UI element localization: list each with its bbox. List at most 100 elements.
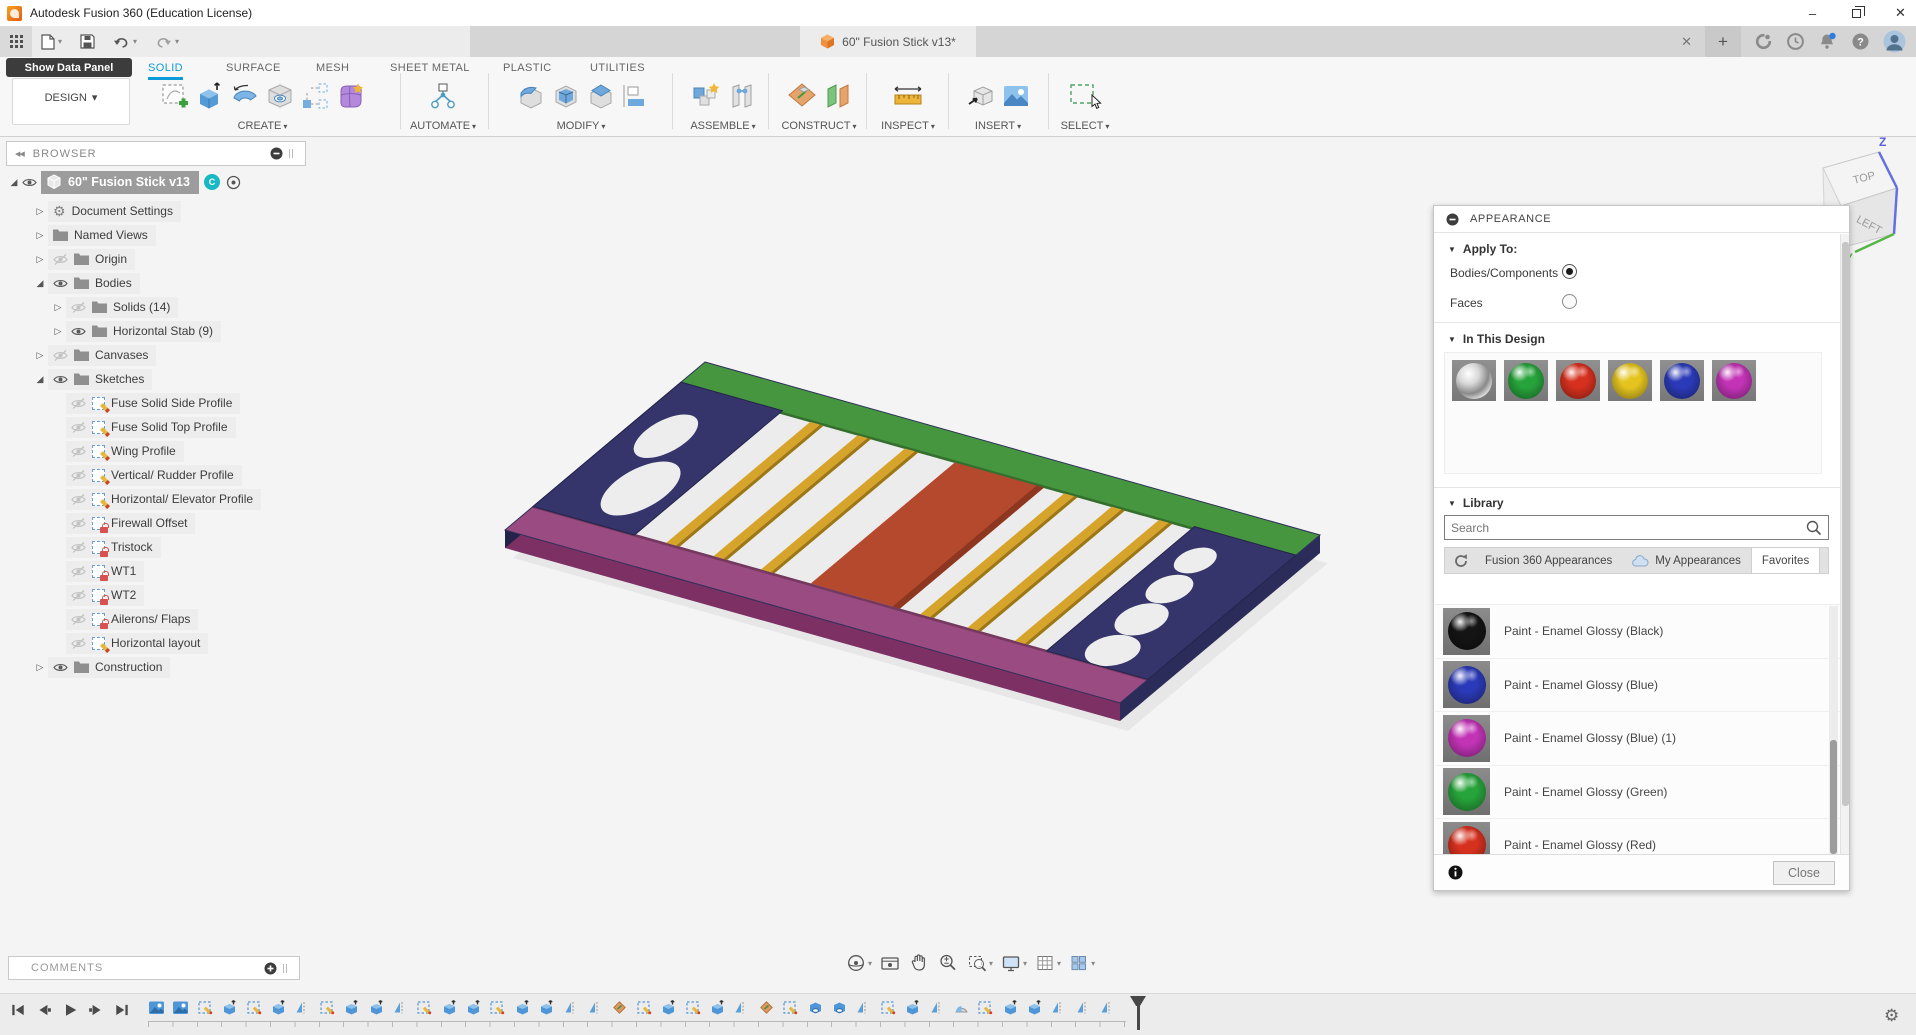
hole-button[interactable] — [265, 81, 295, 114]
timeline-feature-canvas[interactable] — [172, 999, 189, 1016]
visibility-eye-icon[interactable] — [71, 470, 86, 481]
timeline-feature-sketch[interactable] — [416, 999, 433, 1016]
visibility-eye-icon[interactable] — [53, 374, 68, 385]
new-component-button[interactable] — [690, 81, 722, 114]
design-swatch-green[interactable] — [1504, 360, 1548, 401]
shell-button[interactable] — [551, 81, 581, 114]
create-group-label[interactable]: CREATE — [238, 120, 282, 132]
draft-button[interactable] — [586, 81, 616, 114]
visibility-eye-icon[interactable] — [71, 518, 86, 529]
expander-icon[interactable]: ▷ — [50, 326, 66, 337]
align-button[interactable] — [621, 81, 647, 114]
tree-item-fuse-solid-top-profile[interactable]: Fuse Solid Top Profile — [6, 415, 306, 439]
tree-item-horizontal-layout[interactable]: Horizontal layout — [6, 631, 306, 655]
visibility-eye-icon[interactable] — [71, 614, 86, 625]
appearance-header[interactable]: APPEARANCE — [1434, 206, 1849, 233]
timeline-feature-extrude[interactable] — [514, 999, 531, 1016]
tree-item-wing-profile[interactable]: Wing Profile — [6, 439, 306, 463]
midplane-button[interactable] — [823, 81, 853, 114]
expander-icon[interactable]: ▷ — [50, 302, 66, 313]
timeline-playhead[interactable] — [1130, 996, 1146, 1030]
library-item-paint-enamel-glossy-green[interactable]: Paint - Enamel Glossy (Green) — [1435, 766, 1840, 820]
visibility-eye-icon[interactable] — [71, 422, 86, 433]
tree-item-wt2[interactable]: WT2 — [6, 583, 306, 607]
expander-icon[interactable]: ▷ — [32, 662, 48, 673]
visibility-eye-icon[interactable] — [71, 302, 86, 313]
restore-button[interactable] — [1849, 6, 1864, 21]
look-at-button[interactable] — [877, 950, 903, 976]
timeline-feature-mirror[interactable] — [855, 999, 872, 1016]
bodies-components-radio[interactable] — [1562, 264, 1577, 279]
automate-button[interactable] — [426, 81, 460, 114]
timeline-feature-extrude[interactable] — [709, 999, 726, 1016]
library-list-scrollbar[interactable] — [1829, 606, 1838, 854]
timeline-feature-mirror[interactable] — [563, 999, 580, 1016]
offset-plane-button[interactable] — [786, 81, 818, 114]
timeline-feature-plane[interactable] — [758, 999, 775, 1016]
panel-grip[interactable] — [283, 964, 291, 973]
tree-item-solids-14[interactable]: ▷Solids (14) — [6, 295, 306, 319]
insert-canvas-button[interactable] — [1001, 81, 1031, 114]
visibility-eye-icon[interactable] — [71, 542, 86, 553]
timeline-feature-mirror[interactable] — [587, 999, 604, 1016]
timeline-feature-extrude[interactable] — [270, 999, 287, 1016]
timeline-feature-extrude[interactable] — [904, 999, 921, 1016]
expander-icon[interactable]: ◢ — [32, 278, 48, 289]
design-swatch-yellow[interactable] — [1608, 360, 1652, 401]
root-document-label[interactable]: 60" Fusion Stick v13 — [68, 175, 190, 189]
tab-utilities[interactable]: UTILITIES — [590, 62, 645, 77]
create-form-button[interactable] — [335, 81, 365, 114]
pattern-button[interactable] — [300, 81, 330, 114]
inspect-group-label[interactable]: INSPECT — [881, 120, 929, 132]
extensions-button[interactable] — [1754, 32, 1773, 51]
expander-icon[interactable]: ▷ — [32, 230, 48, 241]
save-button[interactable] — [71, 26, 104, 57]
automate-group-label[interactable]: AUTOMATE — [410, 120, 470, 132]
minimize-button[interactable]: – — [1805, 6, 1820, 21]
timeline-feature-hole[interactable] — [807, 999, 824, 1016]
tree-item-named-views[interactable]: ▷Named Views — [6, 223, 306, 247]
design-swatch-magenta[interactable] — [1712, 360, 1756, 401]
timeline-feature-mirror[interactable] — [1075, 999, 1092, 1016]
tree-item-document-settings[interactable]: ▷⚙Document Settings — [6, 199, 306, 223]
design-swatch-red[interactable] — [1556, 360, 1600, 401]
library-section-header[interactable]: ▼ Library — [1448, 496, 1504, 510]
timeline-feature-extrude[interactable] — [221, 999, 238, 1016]
visibility-eye-icon[interactable] — [71, 398, 86, 409]
tree-item-fuse-solid-side-profile[interactable]: Fuse Solid Side Profile — [6, 391, 306, 415]
play-button[interactable] — [62, 1002, 78, 1018]
library-item-paint-enamel-glossy-blue-1[interactable]: Paint - Enamel Glossy (Blue) (1) — [1435, 712, 1840, 766]
profile-avatar[interactable] — [1883, 30, 1906, 53]
redo-button[interactable]: ▾ — [146, 26, 188, 57]
timeline-feature-plane[interactable] — [611, 999, 628, 1016]
tab-my-appearances[interactable]: My Appearances — [1622, 548, 1751, 573]
visibility-eye-icon[interactable] — [53, 662, 68, 673]
application-menu-button[interactable] — [0, 26, 32, 57]
library-item-paint-enamel-glossy-blue[interactable]: Paint - Enamel Glossy (Blue) — [1435, 659, 1840, 713]
tree-item-horizontal-stab-9[interactable]: ▷Horizontal Stab (9) — [6, 319, 306, 343]
display-settings-button[interactable]: ▾ — [998, 950, 1029, 976]
expander-icon[interactable]: ◢ — [32, 374, 48, 385]
tree-item-tristock[interactable]: Tristock — [6, 535, 306, 559]
timeline-feature-mirror[interactable] — [294, 999, 311, 1016]
in-this-design-section-header[interactable]: ▼ In This Design — [1448, 332, 1545, 346]
timeline-feature-mirror[interactable] — [1099, 999, 1116, 1016]
timeline-feature-mirror[interactable] — [929, 999, 946, 1016]
help-button[interactable]: ? — [1851, 32, 1870, 51]
timeline-feature-sketch[interactable] — [246, 999, 263, 1016]
file-menu-button[interactable]: ▾ — [32, 26, 71, 57]
modify-group-label[interactable]: MODIFY — [557, 120, 600, 132]
timeline-feature-sketch[interactable] — [782, 999, 799, 1016]
visibility-eye-icon[interactable] — [22, 177, 37, 188]
timeline-feature-extrude[interactable] — [538, 999, 555, 1016]
panel-grip[interactable] — [289, 149, 297, 158]
timeline-feature-mirror[interactable] — [392, 999, 409, 1016]
grid-display-button[interactable]: ▾ — [1032, 950, 1063, 976]
tree-item-wt1[interactable]: WT1 — [6, 559, 306, 583]
panel-plus-icon[interactable] — [264, 962, 277, 975]
library-item-paint-enamel-glossy-black[interactable]: Paint - Enamel Glossy (Black) — [1435, 605, 1840, 659]
tree-item-firewall-offset[interactable]: Firewall Offset — [6, 511, 306, 535]
collapse-panel-icon[interactable]: ◀◀ — [15, 150, 24, 158]
step-forward-button[interactable] — [88, 1002, 104, 1018]
timeline-feature-sketch[interactable] — [880, 999, 897, 1016]
